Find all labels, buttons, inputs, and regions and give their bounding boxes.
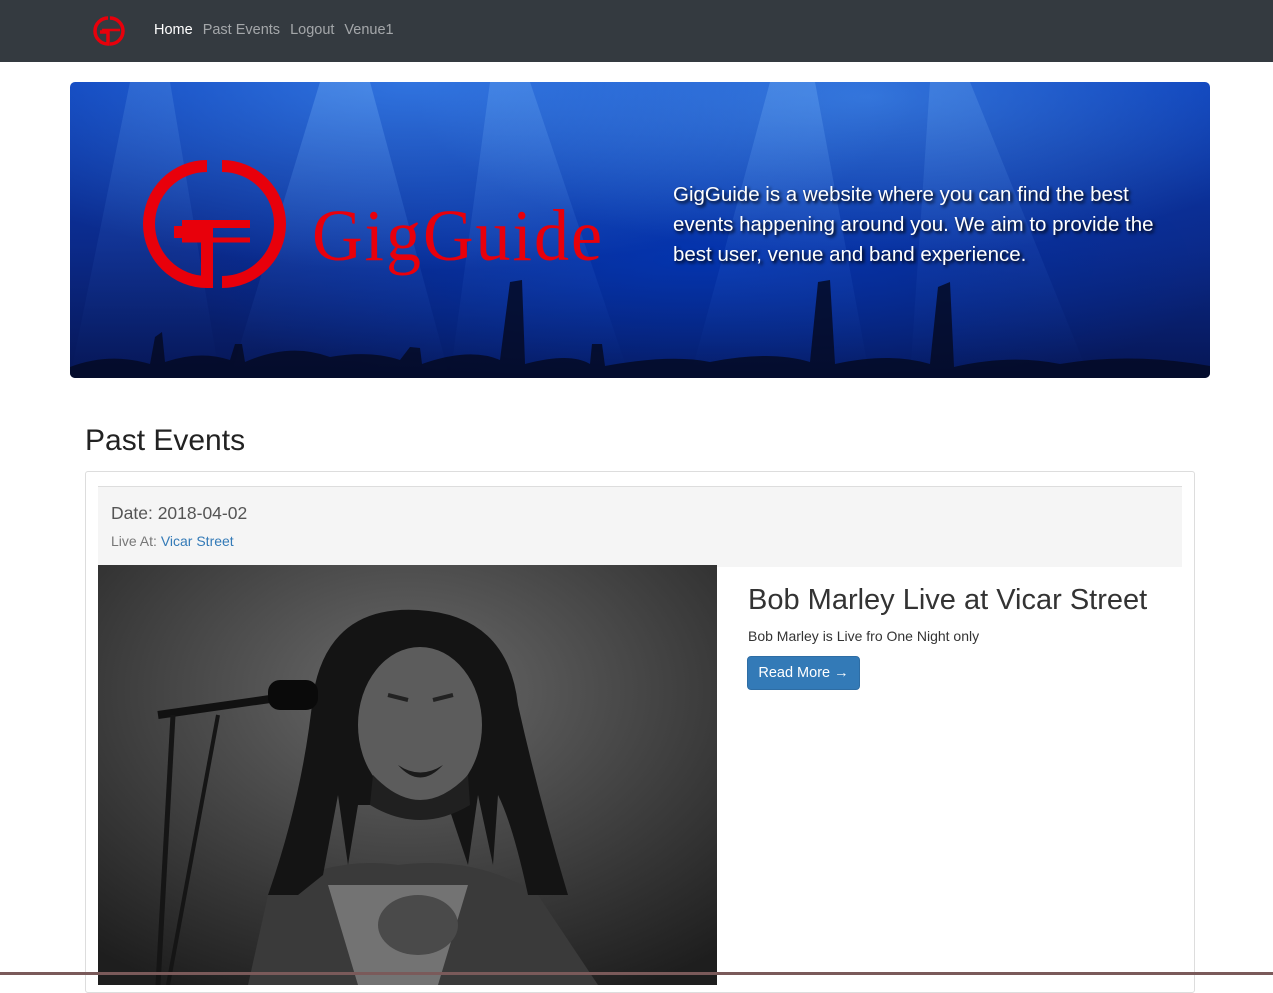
event-photo[interactable] <box>98 565 717 985</box>
event-card-header: Date: 2018-04-02 Live At: Vicar Street <box>98 486 1182 567</box>
venue-link[interactable]: Vicar Street <box>161 533 234 549</box>
nav-links: Home Past Events Logout Venue1 <box>154 22 404 38</box>
event-description: Bob Marley is Live fro One Night only <box>748 628 980 644</box>
hero-banner: GigGuide GigGuide is a website where you… <box>70 82 1210 378</box>
hero-logo-text: GigGuide <box>312 196 605 277</box>
gigguide-logo-icon[interactable] <box>86 12 132 50</box>
read-more-button[interactable]: Read More → <box>747 656 860 690</box>
nav-link-past-events[interactable]: Past Events <box>203 22 280 38</box>
live-at-label: Live At: <box>111 533 157 549</box>
nav-link-venue1[interactable]: Venue1 <box>344 22 393 38</box>
event-live-at: Live At: Vicar Street <box>111 533 234 549</box>
event-title: Bob Marley Live at Vicar Street <box>748 584 1148 616</box>
hero-tagline: GigGuide is a website where you can find… <box>673 183 1154 266</box>
top-navbar: Home Past Events Logout Venue1 <box>0 0 1273 62</box>
event-card: Date: 2018-04-02 Live At: Vicar Street B… <box>85 471 1195 993</box>
past-events-title: Past Events <box>85 424 246 457</box>
nav-link-home[interactable]: Home <box>154 22 193 38</box>
singer-photo-icon <box>98 565 717 985</box>
nav-link-logout[interactable]: Logout <box>290 22 334 38</box>
event-date: Date: 2018-04-02 <box>111 503 248 523</box>
